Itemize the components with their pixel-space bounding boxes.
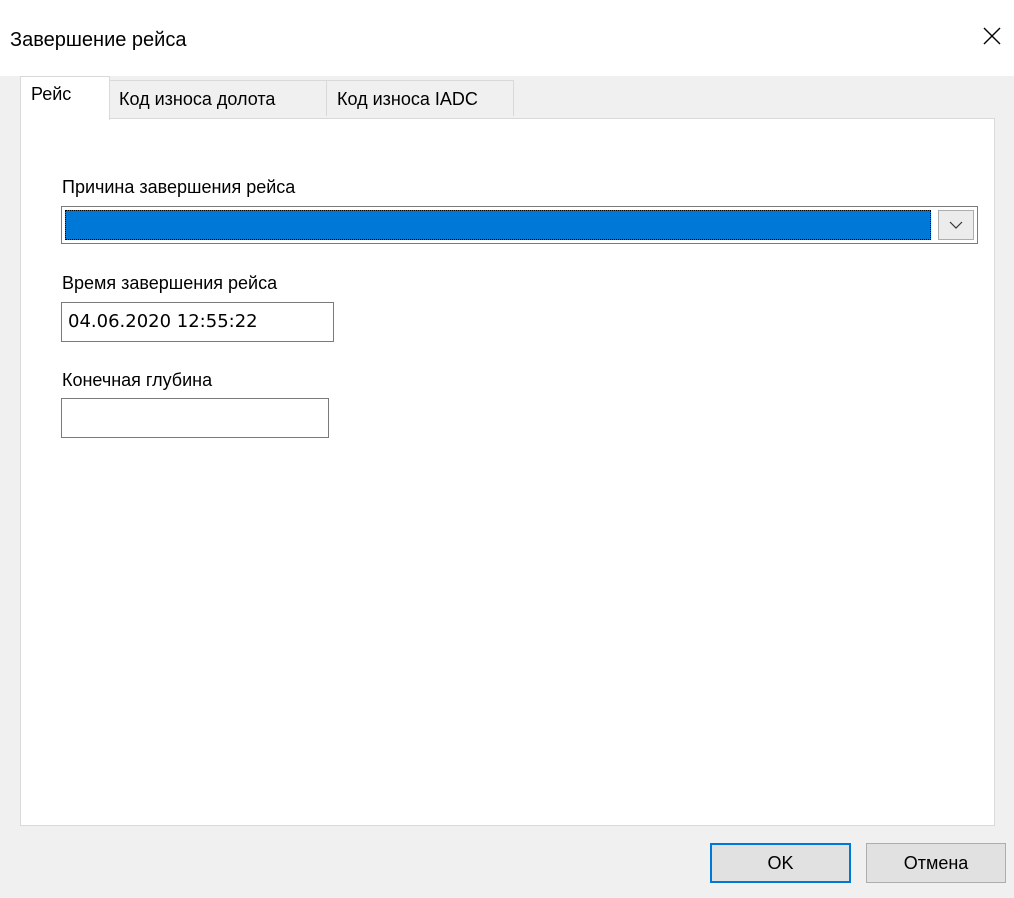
close-icon: [983, 27, 1001, 45]
end-time-field[interactable]: 04.06.2020 12:55:22: [61, 302, 334, 342]
tab-bit-wear-code[interactable]: Код износа долота: [108, 80, 327, 116]
tab-iadc-wear-code[interactable]: Код износа IADC: [326, 80, 514, 116]
tab-panel-trip: Причина завершения рейса Время завершени…: [20, 118, 995, 826]
reason-dropdown-button[interactable]: [938, 210, 974, 240]
reason-label: Причина завершения рейса: [62, 177, 296, 197]
tab-trip[interactable]: Рейс: [20, 76, 110, 120]
ok-button[interactable]: OK: [710, 843, 851, 883]
final-depth-label: Конечная глубина: [62, 370, 213, 390]
reason-selected-value: [65, 210, 931, 240]
close-button[interactable]: [970, 14, 1014, 58]
reason-dropdown[interactable]: [61, 206, 978, 244]
window-title: Завершение рейса: [10, 29, 187, 51]
end-time-label: Время завершения рейса: [62, 273, 278, 293]
dialog-window: Завершение рейса Рейс Код износа долота …: [0, 0, 1014, 898]
title-bar: Завершение рейса: [0, 0, 1014, 76]
final-depth-field[interactable]: [61, 398, 329, 438]
chevron-down-icon: [949, 221, 963, 229]
cancel-button[interactable]: Отмена: [866, 843, 1006, 883]
